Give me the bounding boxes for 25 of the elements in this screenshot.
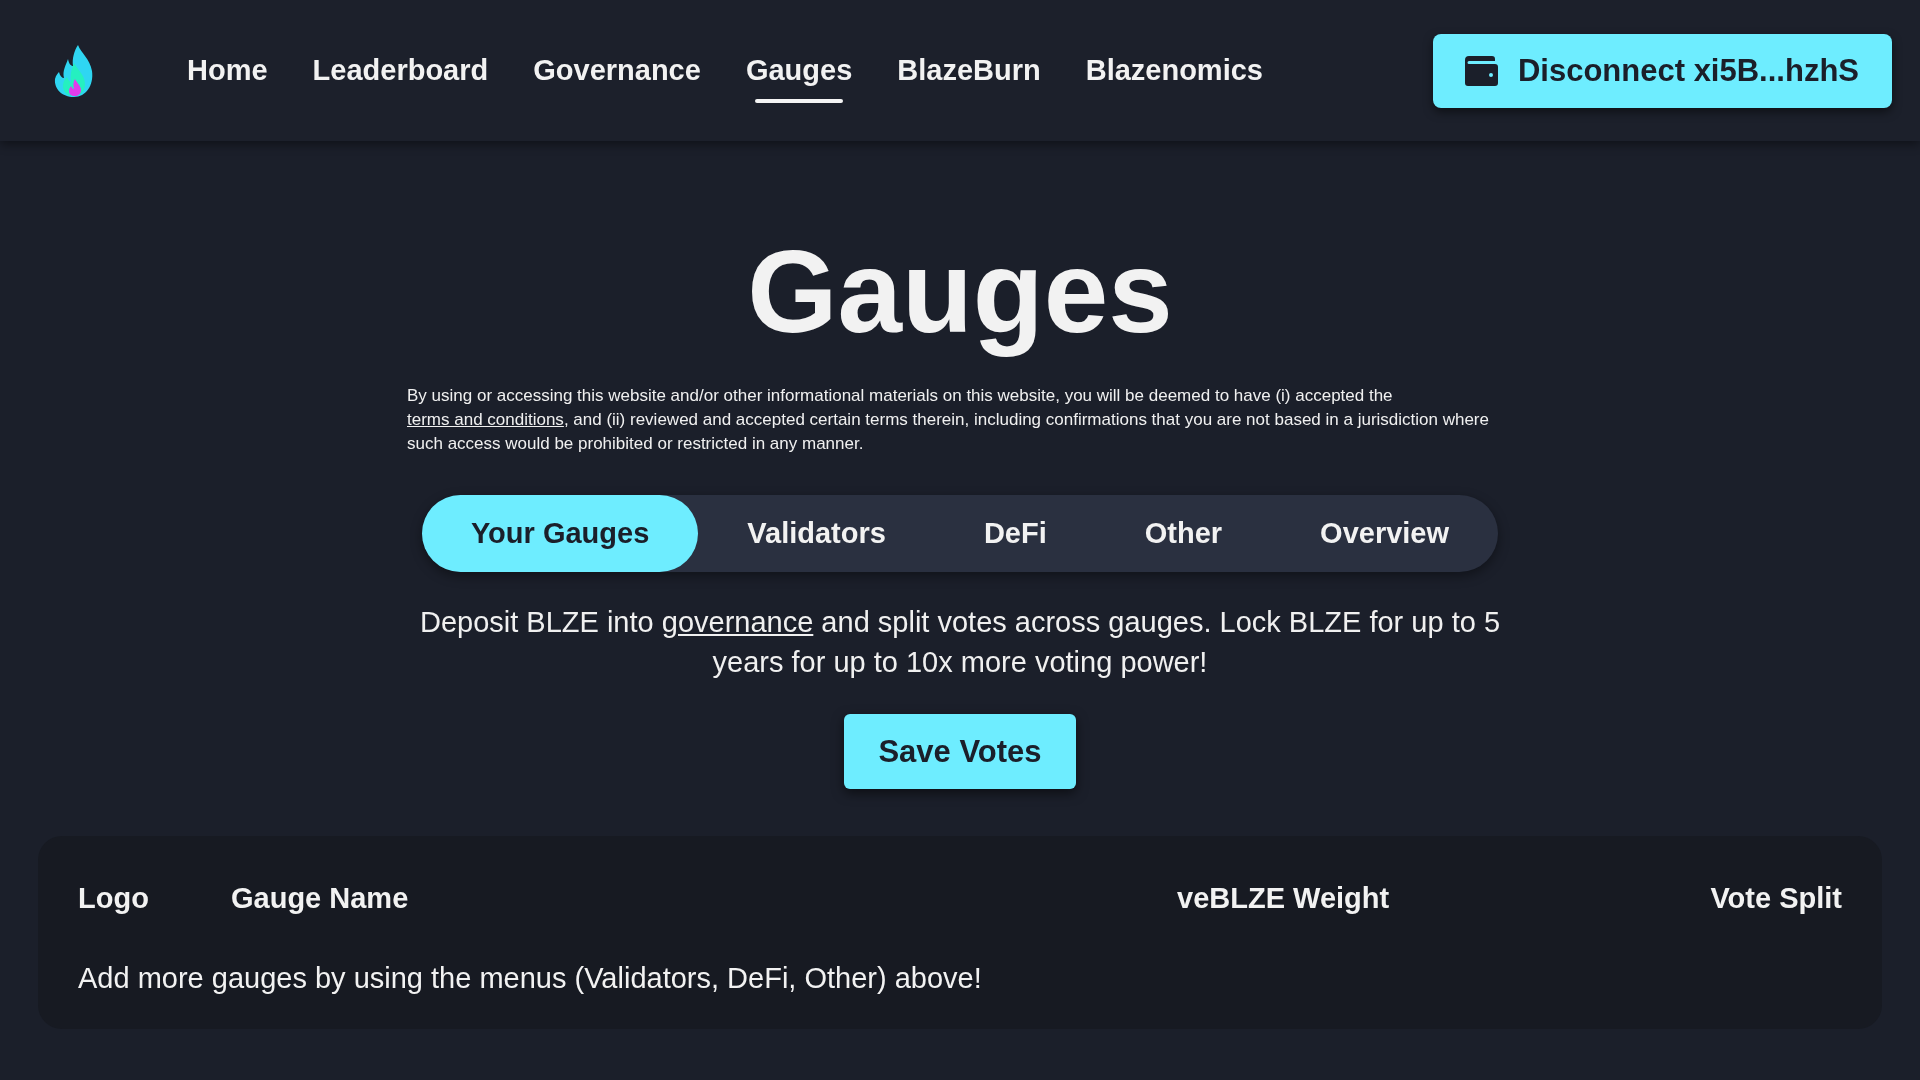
column-header: veBLZE Weight bbox=[1177, 881, 1390, 916]
nav-link[interactable]: BlazeBurn bbox=[897, 38, 1041, 103]
column-header: Gauge Name bbox=[231, 881, 409, 916]
wallet-icon bbox=[1464, 55, 1498, 86]
nav-link[interactable]: Governance bbox=[533, 38, 701, 103]
disclaimer-text: By using or accessing this website and/or other informational materials on this website, you will be deemed to have (i) accepted the terms and conditions, and (ii) reviewed and accepted certain terms therein, including confirmations that you are not based in a jurisdiction where such access would be prohibited or restricted in any manner. bbox=[407, 385, 1490, 455]
terms-link[interactable]: terms and conditions bbox=[407, 410, 564, 429]
flame-logo-icon[interactable] bbox=[54, 44, 94, 97]
nav-link[interactable]: Home bbox=[187, 38, 268, 103]
nav-link[interactable]: Blazenomics bbox=[1085, 38, 1263, 103]
column-header: Logo bbox=[78, 881, 149, 916]
tab[interactable]: Your Gauges bbox=[421, 495, 699, 572]
intro-text: Deposit BLZE into governance and split votes across gauges. Lock BLZE for up to 5 years for up to 10x more voting power! bbox=[418, 605, 1502, 680]
save-votes-button[interactable]: Save Votes bbox=[844, 714, 1076, 789]
governance-link[interactable]: governance bbox=[661, 606, 814, 638]
tab[interactable]: Validators bbox=[698, 495, 935, 572]
empty-message: Add more gauges by using the menus (Validators, DeFi, Other) above! bbox=[78, 961, 982, 996]
tab[interactable]: Other bbox=[1095, 495, 1272, 572]
page-title: Gauges bbox=[747, 226, 1173, 359]
nav-link[interactable]: Gauges bbox=[745, 38, 853, 103]
disconnect-wallet-button[interactable]: Disconnect xi5B...hzhS bbox=[1432, 33, 1892, 108]
tab[interactable]: DeFi bbox=[934, 495, 1096, 572]
tab[interactable]: Overview bbox=[1271, 495, 1499, 572]
column-header: Vote Split bbox=[1710, 881, 1842, 916]
nav-link[interactable]: Leaderboard bbox=[312, 38, 489, 103]
